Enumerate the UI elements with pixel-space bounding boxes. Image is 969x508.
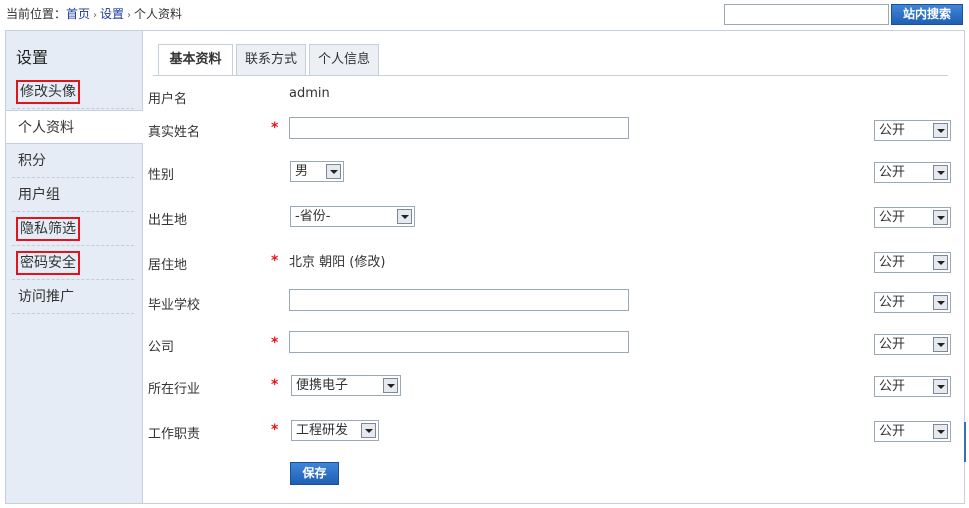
residence-value[interactable]: 北京 朝阳 (修改) xyxy=(289,251,385,270)
company-privacy-select[interactable]: 公开 xyxy=(874,334,951,355)
username-value: admin xyxy=(289,86,330,101)
site-search-input[interactable] xyxy=(724,4,889,25)
breadcrumb-settings-link[interactable]: 设置 xyxy=(100,7,124,21)
breadcrumb-prefix: 当前位置： xyxy=(6,7,67,21)
tab-basic-info[interactable]: 基本资料 xyxy=(158,44,233,76)
chevron-down-icon xyxy=(933,165,948,180)
breadcrumb-current: 个人资料 xyxy=(134,7,183,21)
gender-privacy-select[interactable]: 公开 xyxy=(874,162,951,183)
sidebar-item-label: 访问推广 xyxy=(18,289,74,305)
chevron-down-icon xyxy=(933,379,948,394)
sidebar-item-privacy[interactable]: 隐私筛选 xyxy=(12,212,134,246)
sidebar-item-credits[interactable]: 积分 xyxy=(12,144,134,178)
sidebar-item-label: 修改头像 xyxy=(16,80,80,104)
chevron-down-icon xyxy=(933,255,948,270)
chevron-down-icon xyxy=(361,423,376,438)
sidebar-item-label: 隐私筛选 xyxy=(16,217,80,241)
chevron-down-icon xyxy=(933,295,948,310)
breadcrumb: 当前位置：首页 › 设置 › 个人资料 xyxy=(6,6,182,22)
sidebar-item-label: 密码安全 xyxy=(16,251,80,275)
breadcrumb-home-link[interactable]: 首页 xyxy=(66,7,90,21)
birthplace-province-select[interactable]: -省份- xyxy=(290,206,415,227)
privacy-value: 公开 xyxy=(879,255,906,270)
sidebar-item-usergroup[interactable]: 用户组 xyxy=(12,178,134,212)
residence-privacy-select[interactable]: 公开 xyxy=(874,252,951,273)
chevron-down-icon xyxy=(397,209,412,224)
privacy-value: 公开 xyxy=(879,123,906,138)
chevron-down-icon xyxy=(933,424,948,439)
save-button[interactable]: 保存 xyxy=(290,462,339,485)
tab-contact[interactable]: 联系方式 xyxy=(236,44,306,76)
tab-divider xyxy=(153,75,948,76)
company-input[interactable] xyxy=(289,331,629,353)
scroll-edge-indicator xyxy=(964,422,966,462)
breadcrumb-separator-icon: › xyxy=(127,10,132,21)
chevron-down-icon xyxy=(326,164,341,179)
birthplace-value: -省份- xyxy=(295,209,331,224)
sidebar-item-avatar[interactable]: 修改头像 xyxy=(12,75,134,109)
industry-privacy-select[interactable]: 公开 xyxy=(874,376,951,397)
school-privacy-select[interactable]: 公开 xyxy=(874,292,951,313)
sidebar-item-label: 个人资料 xyxy=(18,120,74,136)
chevron-down-icon xyxy=(933,210,948,225)
chevron-down-icon xyxy=(383,378,398,393)
realname-label: 真实姓名 xyxy=(148,125,201,140)
position-value: 工程研发 xyxy=(296,423,349,438)
birthplace-label: 出生地 xyxy=(148,213,188,228)
realname-input[interactable] xyxy=(289,117,629,139)
school-label: 毕业学校 xyxy=(148,298,201,313)
gender-value: 男 xyxy=(295,164,309,179)
gender-select[interactable]: 男 xyxy=(290,161,344,182)
required-mark: * xyxy=(271,335,279,351)
privacy-value: 公开 xyxy=(879,210,906,225)
sidebar-item-profile[interactable]: 个人资料 xyxy=(6,110,143,144)
school-input[interactable] xyxy=(289,289,629,311)
sidebar-item-label: 积分 xyxy=(18,153,46,169)
sidebar-title: 设置 xyxy=(16,48,49,67)
tab-personal-info[interactable]: 个人信息 xyxy=(309,44,379,76)
chevron-down-icon xyxy=(933,337,948,352)
settings-sidebar: 设置 修改头像 个人资料 积分 用户组 隐私筛选 密码安全 访问推广 xyxy=(6,31,143,503)
company-label: 公司 xyxy=(148,340,175,355)
privacy-value: 公开 xyxy=(879,295,906,310)
gender-label: 性别 xyxy=(148,168,175,183)
chevron-down-icon xyxy=(933,123,948,138)
realname-privacy-select[interactable]: 公开 xyxy=(874,120,951,141)
privacy-value: 公开 xyxy=(879,379,906,394)
privacy-value: 公开 xyxy=(879,337,906,352)
privacy-value: 公开 xyxy=(879,424,906,439)
sidebar-item-label: 用户组 xyxy=(18,187,60,203)
industry-select[interactable]: 便携电子 xyxy=(291,375,401,396)
required-mark: * xyxy=(271,120,279,136)
sidebar-item-promotion[interactable]: 访问推广 xyxy=(12,280,134,314)
site-search-button[interactable]: 站内搜索 xyxy=(891,4,963,25)
sidebar-item-password[interactable]: 密码安全 xyxy=(12,246,134,280)
position-label: 工作职责 xyxy=(148,427,201,442)
required-mark: * xyxy=(271,253,279,269)
username-label: 用户名 xyxy=(148,92,188,107)
privacy-value: 公开 xyxy=(879,165,906,180)
industry-value: 便携电子 xyxy=(296,378,349,393)
required-mark: * xyxy=(271,422,279,438)
position-privacy-select[interactable]: 公开 xyxy=(874,421,951,442)
residence-label: 居住地 xyxy=(148,258,188,273)
position-select[interactable]: 工程研发 xyxy=(291,420,379,441)
birthplace-privacy-select[interactable]: 公开 xyxy=(874,207,951,228)
breadcrumb-separator-icon: › xyxy=(93,10,98,21)
required-mark: * xyxy=(271,377,279,393)
industry-label: 所在行业 xyxy=(148,382,201,397)
